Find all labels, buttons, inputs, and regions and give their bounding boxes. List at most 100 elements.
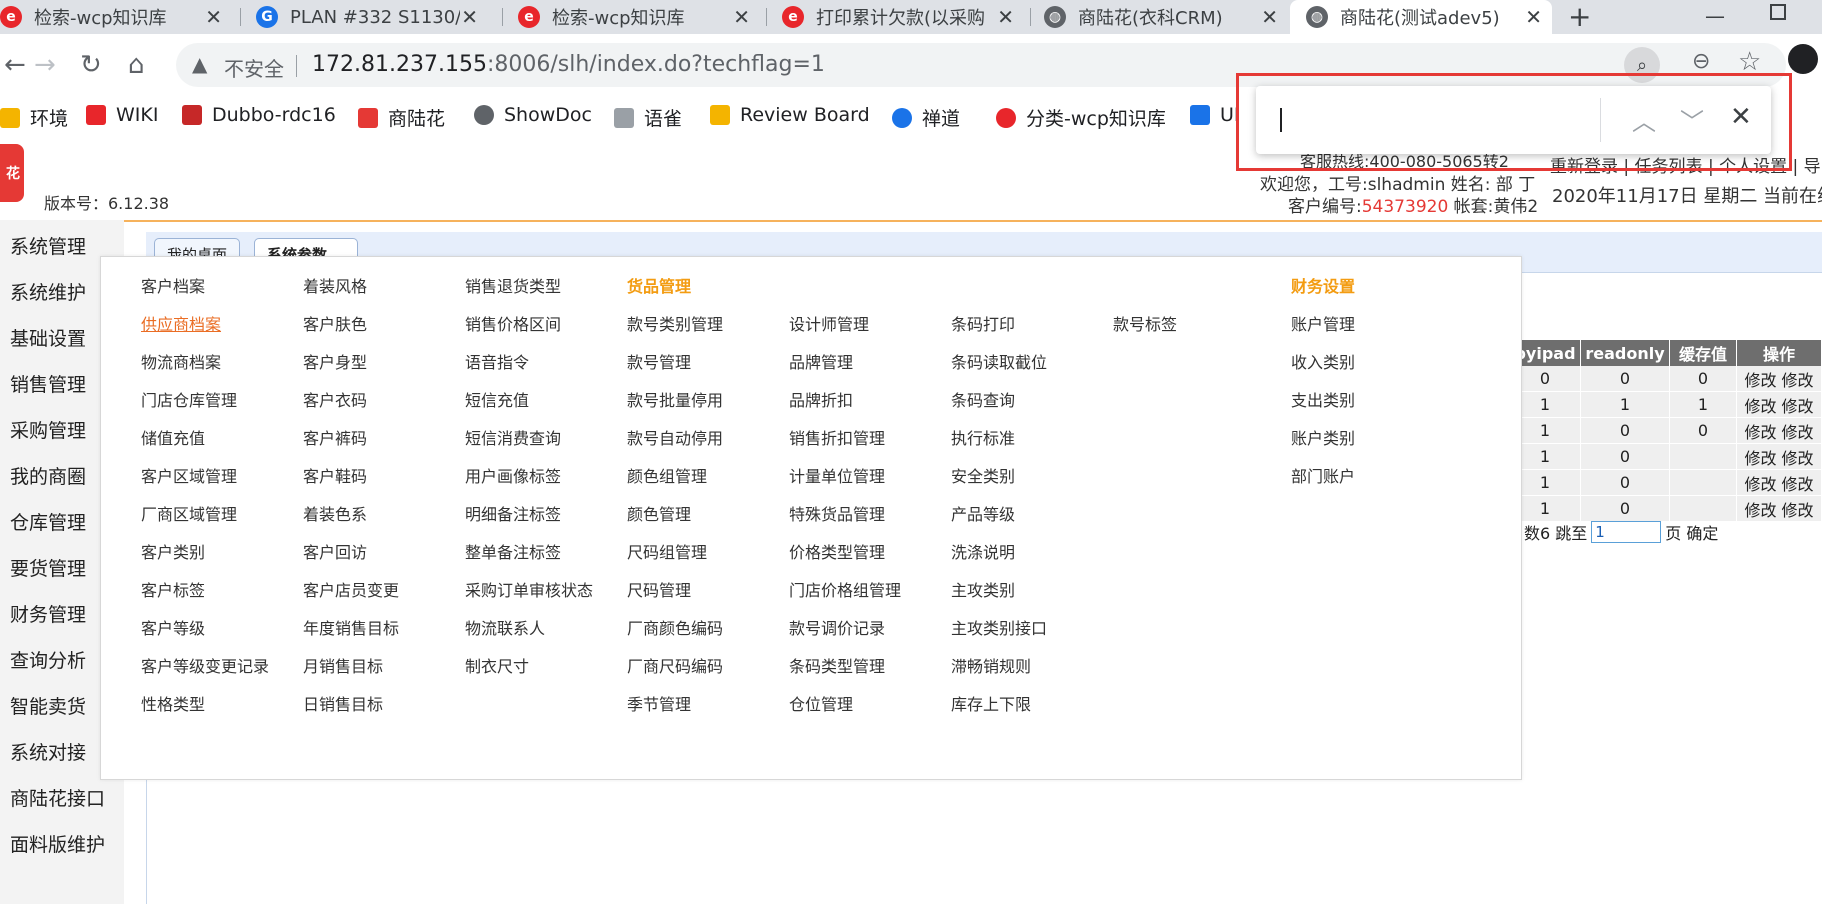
menu-item[interactable]: 产品等级 (951, 501, 1015, 525)
menu-item[interactable]: 客户区域管理 (141, 463, 237, 487)
menu-item[interactable]: 款号类别管理 (627, 311, 723, 335)
menu-item[interactable]: 短信充值 (465, 387, 529, 411)
menu-item[interactable]: 客户身型 (303, 349, 367, 373)
nav-item[interactable]: 查询分析 (10, 646, 86, 673)
menu-item[interactable]: 语音指令 (465, 349, 529, 373)
menu-item[interactable]: 款号标签 (1113, 311, 1177, 335)
browser-tab-active[interactable]: ◍ 商陆花(测试adev5) ✕ (1290, 0, 1552, 34)
menu-item[interactable]: 物流商档案 (141, 349, 221, 373)
new-tab-button[interactable]: + (1568, 0, 1591, 33)
close-icon[interactable]: ✕ (1261, 5, 1278, 29)
find-input[interactable] (1274, 104, 1648, 138)
zoom-icon[interactable]: ⊖ (1692, 49, 1710, 74)
browser-tab[interactable]: e 打印累计欠款(以采购 ✕ (782, 0, 1024, 34)
menu-item[interactable]: 短信消费查询 (465, 425, 561, 449)
profile-avatar[interactable] (1788, 44, 1818, 74)
menu-item[interactable]: 尺码组管理 (627, 539, 707, 563)
menu-item[interactable]: 账户管理 (1291, 311, 1355, 335)
close-icon[interactable]: ✕ (733, 5, 750, 29)
menu-item[interactable]: 储值充值 (141, 425, 205, 449)
nav-item[interactable]: 采购管理 (10, 416, 86, 443)
bookmark-item[interactable]: UI (1190, 104, 1240, 126)
close-icon[interactable]: ✕ (1730, 102, 1752, 132)
menu-item[interactable]: 整单备注标签 (465, 539, 561, 563)
forward-icon[interactable]: → (34, 50, 56, 80)
menu-item[interactable]: 颜色组管理 (627, 463, 707, 487)
menu-item[interactable]: 厂商尺码编码 (627, 653, 723, 677)
menu-item[interactable]: 年度销售目标 (303, 615, 399, 639)
nav-item[interactable]: 商陆花接口 (10, 784, 105, 811)
nav-item[interactable]: 智能卖货 (10, 692, 86, 719)
menu-item-supplier[interactable]: 供应商档案 (141, 311, 221, 335)
row-actions[interactable]: 修改 修改 (1736, 417, 1822, 444)
menu-item[interactable]: 款号自动停用 (627, 425, 723, 449)
row-actions[interactable]: 修改 修改 (1736, 391, 1822, 418)
menu-item[interactable]: 尺码管理 (627, 577, 691, 601)
nav-item[interactable]: 仓库管理 (10, 508, 86, 535)
minimize-icon[interactable]: — (1705, 4, 1725, 28)
menu-item[interactable]: 颜色管理 (627, 501, 691, 525)
nav-item-basic-settings[interactable]: 基础设置 (10, 324, 86, 351)
confirm-button[interactable]: 页 确定 (1665, 520, 1718, 544)
menu-item[interactable]: 条码读取截位 (951, 349, 1047, 373)
close-icon[interactable]: ✕ (205, 5, 222, 29)
back-icon[interactable]: ← (4, 50, 26, 80)
menu-item[interactable]: 主攻类别 (951, 577, 1015, 601)
menu-item[interactable]: 条码查询 (951, 387, 1015, 411)
nav-item[interactable]: 系统管理 (10, 232, 86, 259)
nav-item[interactable]: 财务管理 (10, 600, 86, 627)
menu-item[interactable]: 着装风格 (303, 273, 367, 297)
menu-item[interactable]: 设计师管理 (789, 311, 869, 335)
bookmark-item[interactable]: WIKI (86, 104, 158, 126)
menu-item[interactable]: 品牌管理 (789, 349, 853, 373)
bookmark-item[interactable]: Review Board (710, 104, 870, 126)
menu-item[interactable]: 条码类型管理 (789, 653, 885, 677)
warning-icon[interactable]: ▲ (192, 52, 207, 76)
menu-item[interactable]: 款号管理 (627, 349, 691, 373)
menu-item[interactable]: 特殊货品管理 (789, 501, 885, 525)
menu-item[interactable]: 计量单位管理 (789, 463, 885, 487)
menu-item[interactable]: 仓位管理 (789, 691, 853, 715)
nav-item[interactable]: 销售管理 (10, 370, 86, 397)
chevron-up-icon[interactable]: ︿ (1632, 102, 1656, 137)
menu-item[interactable]: 月销售目标 (303, 653, 383, 677)
menu-item[interactable]: 收入类别 (1291, 349, 1355, 373)
close-icon[interactable]: ✕ (997, 5, 1014, 29)
menu-item[interactable]: 用户画像标签 (465, 463, 561, 487)
browser-tab[interactable]: e 检索-wcp知识库 ✕ (518, 0, 760, 34)
bookmark-item[interactable]: ShowDoc (474, 104, 592, 126)
menu-item[interactable]: 客户标签 (141, 577, 205, 601)
bookmark-item[interactable]: 语雀 (614, 104, 682, 131)
browser-tab[interactable]: G PLAN #332 S1130/ ✕ (256, 0, 488, 34)
browser-tab[interactable]: e 检索-wcp知识库 ✕ (0, 0, 232, 34)
home-icon[interactable]: ⌂ (128, 50, 145, 80)
menu-item[interactable]: 销售折扣管理 (789, 425, 885, 449)
close-icon[interactable]: ✕ (461, 5, 478, 29)
menu-item[interactable]: 客户等级 (141, 615, 205, 639)
menu-item[interactable]: 客户回访 (303, 539, 367, 563)
menu-item[interactable]: 安全类别 (951, 463, 1015, 487)
menu-item[interactable]: 条码打印 (951, 311, 1015, 335)
nav-item[interactable]: 要货管理 (10, 554, 86, 581)
menu-item[interactable]: 滞畅销规则 (951, 653, 1031, 677)
menu-item[interactable]: 客户档案 (141, 273, 205, 297)
menu-item[interactable]: 库存上下限 (951, 691, 1031, 715)
menu-item[interactable]: 款号批量停用 (627, 387, 723, 411)
chevron-down-icon[interactable]: ﹀ (1680, 102, 1704, 137)
menu-item[interactable]: 款号调价记录 (789, 615, 885, 639)
nav-item[interactable]: 系统维护 (10, 278, 86, 305)
nav-item[interactable]: 系统对接 (10, 738, 86, 765)
menu-item[interactable]: 执行标准 (951, 425, 1015, 449)
nav-item[interactable]: 我的商圈 (10, 462, 86, 489)
row-actions[interactable]: 修改 修改 (1736, 366, 1822, 392)
browser-tab[interactable]: ◍ 商陆花(衣科CRM) ✕ (1044, 0, 1288, 34)
menu-item[interactable]: 支出类别 (1291, 387, 1355, 411)
menu-item[interactable]: 门店价格组管理 (789, 577, 901, 601)
bookmark-item[interactable]: 禅道 (892, 104, 960, 131)
menu-item[interactable]: 性格类型 (141, 691, 205, 715)
menu-item[interactable]: 洗涤说明 (951, 539, 1015, 563)
menu-item[interactable]: 销售价格区间 (465, 311, 561, 335)
menu-item[interactable]: 厂商颜色编码 (627, 615, 723, 639)
menu-item[interactable]: 着装色系 (303, 501, 367, 525)
close-icon[interactable]: ✕ (1525, 5, 1542, 29)
